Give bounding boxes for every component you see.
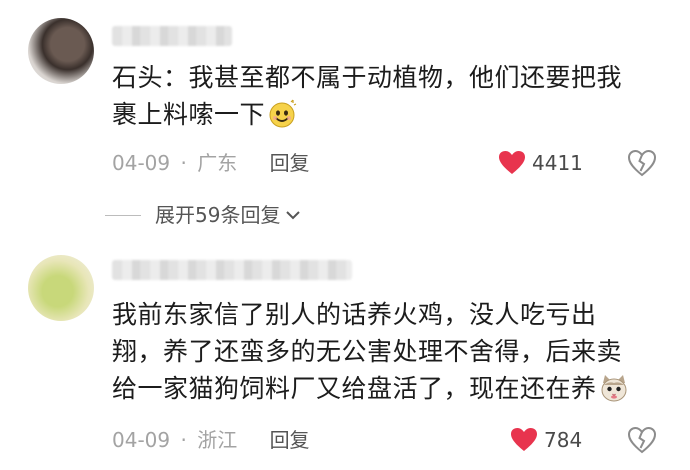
dislike-broken-heart-icon[interactable] bbox=[627, 426, 657, 454]
reply-button[interactable]: 回复 bbox=[270, 148, 310, 178]
like-count: 784 bbox=[544, 428, 583, 452]
like-button[interactable]: 4411 bbox=[498, 148, 583, 178]
cat-emoji-icon bbox=[601, 375, 627, 402]
expand-divider-line bbox=[105, 214, 141, 216]
like-count: 4411 bbox=[532, 151, 583, 175]
comment-meta: 04-09 · 广东 回复 bbox=[112, 148, 310, 178]
comment-text: 石头：我甚至都不属于动植物，他们还要把我裹上料嗦一下 bbox=[112, 59, 632, 133]
meta-separator: · bbox=[180, 151, 187, 175]
expand-replies-label: 展开59条回复 bbox=[155, 203, 281, 227]
comment-meta: 04-09 · 浙江 回复 bbox=[112, 425, 310, 455]
dislike-broken-heart-icon[interactable] bbox=[627, 149, 657, 177]
comment-location: 广东 bbox=[197, 151, 238, 175]
heart-icon bbox=[511, 428, 537, 451]
comment-date: 04-09 bbox=[112, 151, 171, 175]
commenter-username-blurred[interactable] bbox=[112, 260, 352, 280]
chevron-down-icon bbox=[286, 211, 301, 220]
like-button[interactable]: 784 bbox=[510, 425, 582, 455]
comment-text: 我前东家信了别人的话养火鸡，没人吃亏出翔，养了还蛮多的无公害处理不舍得，后来卖给… bbox=[112, 296, 632, 407]
comment-location: 浙江 bbox=[197, 428, 238, 452]
heart-icon bbox=[499, 151, 525, 174]
expand-replies-button[interactable]: 展开59条回复 bbox=[105, 200, 302, 230]
smile-emoji-icon bbox=[269, 99, 297, 128]
commenter-username-blurred[interactable] bbox=[112, 26, 232, 46]
meta-separator: · bbox=[180, 428, 187, 452]
commenter-avatar[interactable] bbox=[28, 255, 94, 321]
comment-body: 我前东家信了别人的话养火鸡，没人吃亏出翔，养了还蛮多的无公害处理不舍得，后来卖给… bbox=[112, 300, 623, 403]
comment-body: 石头：我甚至都不属于动植物，他们还要把我裹上料嗦一下 bbox=[112, 63, 623, 129]
commenter-avatar[interactable] bbox=[28, 18, 94, 84]
comment-date: 04-09 bbox=[112, 428, 171, 452]
reply-button[interactable]: 回复 bbox=[270, 425, 310, 455]
